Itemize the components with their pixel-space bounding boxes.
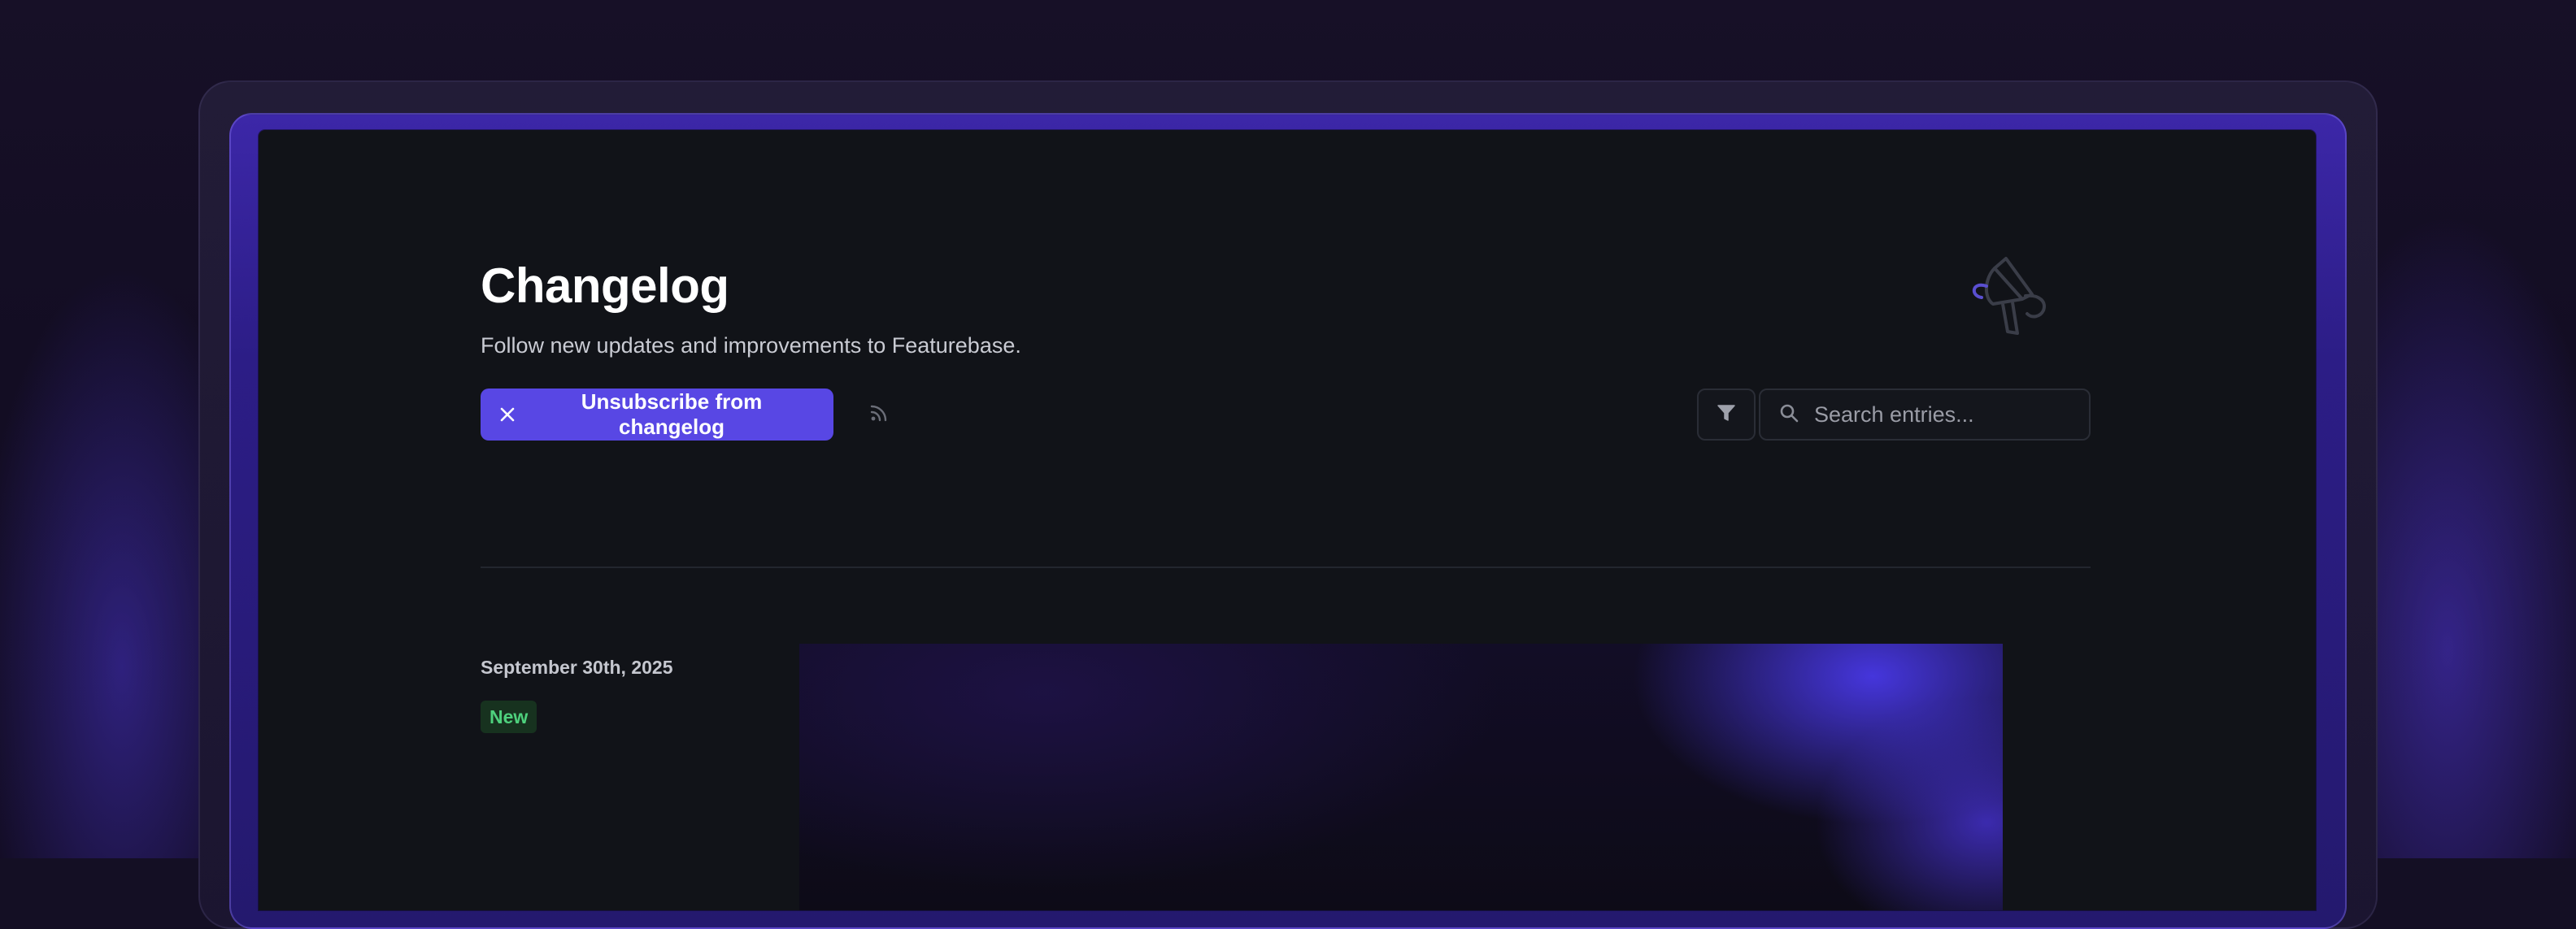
megaphone-icon [1962, 250, 2066, 348]
page-subtitle: Follow new updates and improvements to F… [481, 333, 1021, 358]
search-input[interactable] [1812, 401, 2076, 428]
close-icon [498, 406, 516, 423]
unsubscribe-label: Unsubscribe from changelog [581, 389, 763, 439]
header-divider [481, 567, 2091, 568]
status-badge: New [481, 701, 537, 733]
entry-date: September 30th, 2025 [481, 657, 673, 678]
page-title: Changelog [481, 258, 729, 313]
search-icon [1778, 402, 1799, 428]
entry-hero-image [799, 644, 2003, 910]
rss-button[interactable] [863, 398, 895, 431]
changelog-page: Changelog Follow new updates and improve… [481, 130, 2091, 910]
app-screen: Changelog Follow new updates and improve… [259, 130, 2316, 910]
filter-icon [1716, 402, 1737, 428]
unsubscribe-button[interactable]: Unsubscribe from changelog [481, 389, 833, 441]
search-box[interactable] [1759, 389, 2091, 441]
rss-icon [868, 402, 890, 428]
filter-button[interactable] [1697, 389, 1756, 441]
